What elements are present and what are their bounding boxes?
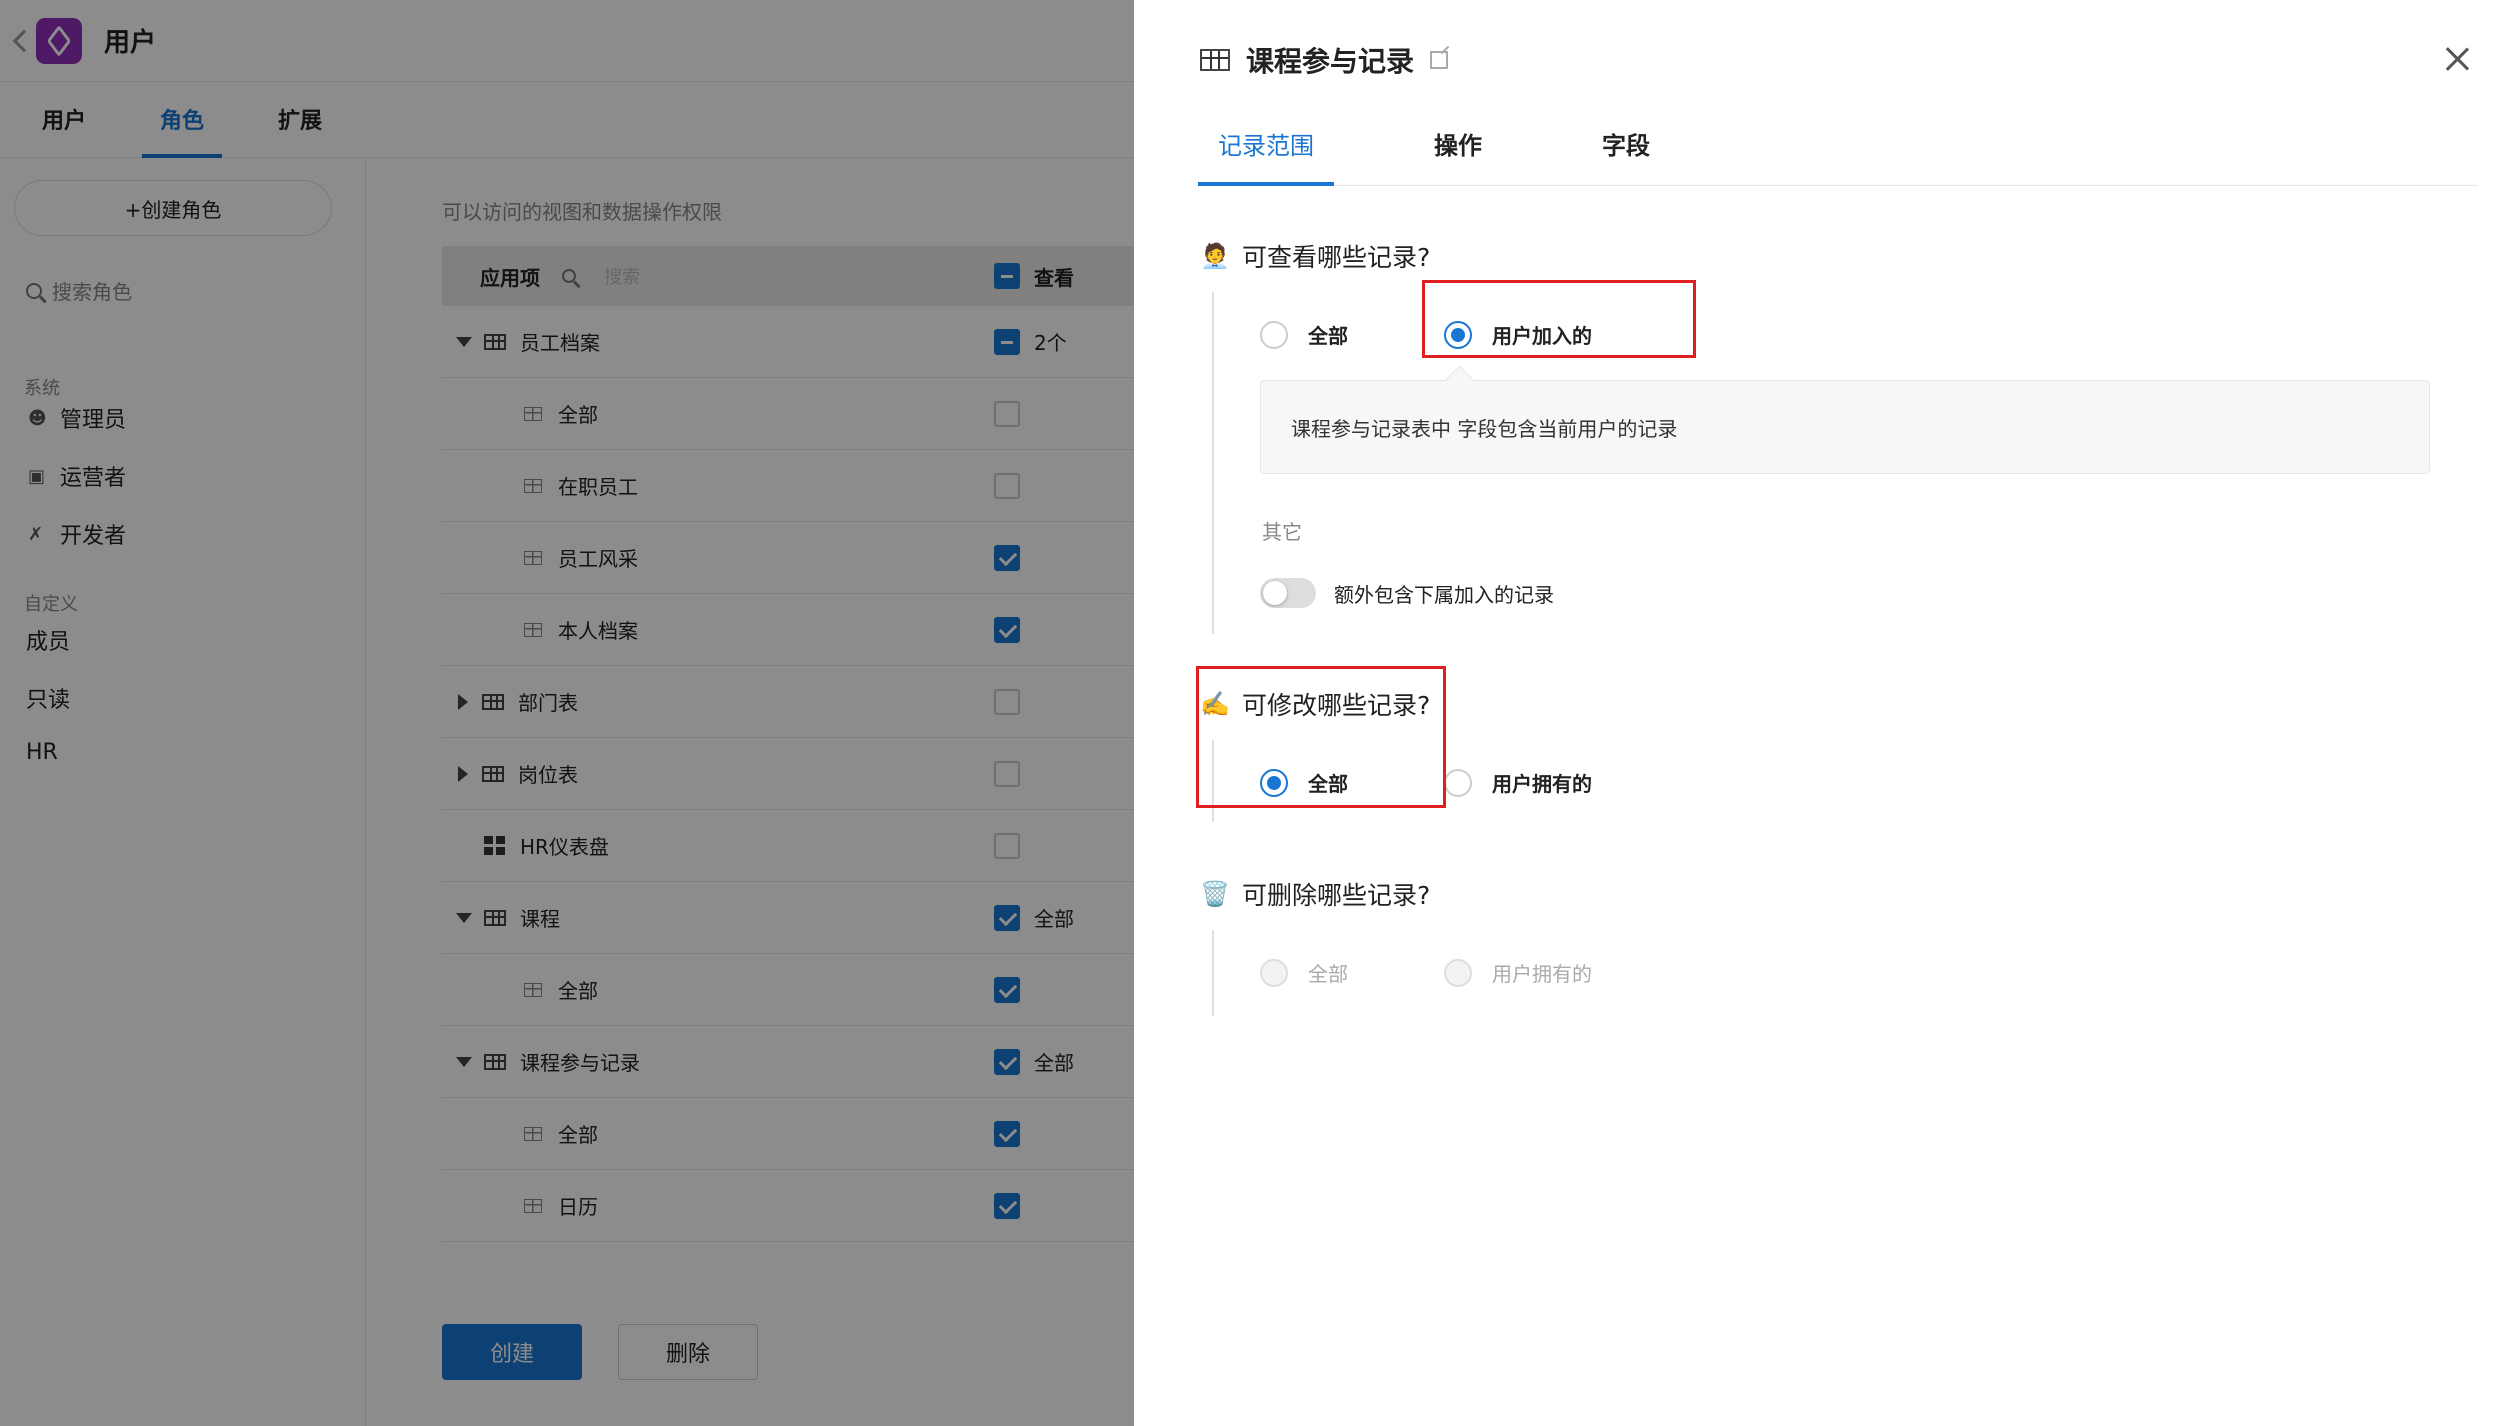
view-section-title-text: 可查看哪些记录?	[1242, 243, 1431, 272]
delete-option-all[interactable]: 全部	[1260, 958, 1348, 987]
trash-icon: 🗑️	[1200, 880, 1230, 908]
option-label: 全部	[1308, 962, 1348, 986]
include-subordinates-row: 额外包含下属加入的记录	[1260, 578, 1554, 608]
edit-option-owned[interactable]: 用户拥有的	[1444, 768, 1592, 797]
radio-button[interactable]	[1444, 768, 1472, 797]
view-section-line	[1212, 292, 1214, 634]
radio-button[interactable]	[1260, 958, 1288, 987]
drawer-title-text: 课程参与记录	[1246, 45, 1415, 78]
option-label: 全部	[1308, 324, 1348, 348]
delete-option-owned[interactable]: 用户拥有的	[1444, 958, 1592, 987]
person-icon: 🧑‍💼	[1200, 242, 1230, 270]
delete-section-title-text: 可删除哪些记录?	[1242, 881, 1431, 910]
highlight-box-view	[1422, 280, 1696, 358]
option-label: 用户拥有的	[1492, 772, 1592, 796]
external-link-icon[interactable]	[1430, 51, 1449, 69]
tab-fields[interactable]: 字段	[1582, 120, 1670, 185]
drawer-tabs: 记录范围 操作 字段	[1198, 120, 2478, 186]
view-section-title: 🧑‍💼 可查看哪些记录?	[1200, 238, 1430, 274]
delete-section-title: 🗑️ 可删除哪些记录?	[1200, 876, 1430, 912]
other-label: 其它	[1262, 520, 1302, 544]
modal-overlay[interactable]	[0, 0, 1134, 1426]
table-icon	[1200, 49, 1230, 71]
scope-description: 课程参与记录表中 字段包含当前用户的记录	[1260, 380, 2430, 474]
include-subordinates-toggle[interactable]	[1260, 578, 1316, 608]
highlight-box-edit	[1196, 666, 1446, 808]
tab-operations[interactable]: 操作	[1414, 120, 1502, 185]
tab-record-scope[interactable]: 记录范围	[1198, 120, 1334, 186]
radio-button[interactable]	[1444, 958, 1472, 987]
close-icon[interactable]	[2442, 44, 2472, 74]
record-scope-drawer: 课程参与记录 记录范围 操作 字段 🧑‍💼 可查看哪些记录? 全部 用户加入的 …	[1134, 0, 2512, 1426]
option-label: 用户拥有的	[1492, 962, 1592, 986]
toggle-label: 额外包含下属加入的记录	[1334, 582, 1554, 607]
delete-section-line	[1212, 930, 1214, 1016]
view-option-all[interactable]: 全部	[1260, 320, 1348, 349]
drawer-title: 课程参与记录	[1200, 40, 1449, 80]
radio-button[interactable]	[1260, 320, 1288, 349]
